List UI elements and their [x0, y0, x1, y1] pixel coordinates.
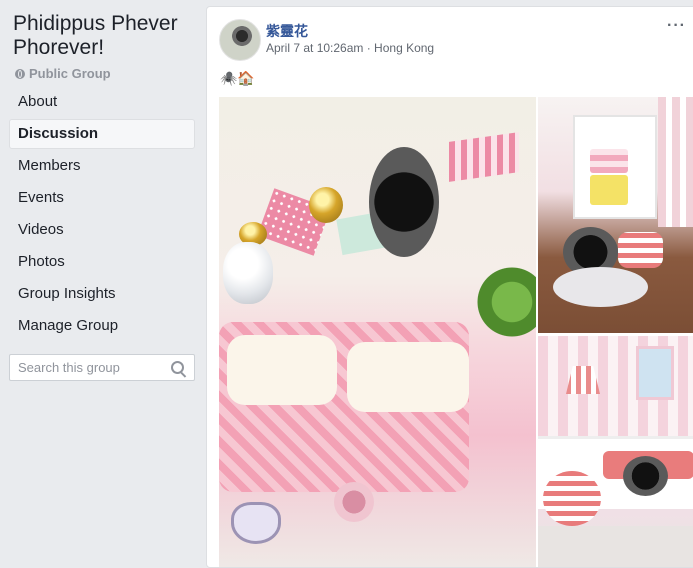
group-nav: About Discussion Members Events Videos P…: [9, 87, 195, 343]
nav-item-members[interactable]: Members: [9, 151, 195, 181]
post-card: 紫靈花 April 7 at 10:26am · Hong Kong ··· 🕷…: [206, 6, 693, 568]
search-icon[interactable]: [171, 361, 184, 374]
privacy-text: Public Group: [29, 66, 111, 81]
pink-hatbox: [590, 149, 628, 173]
nav-item-discussion[interactable]: Discussion: [9, 119, 195, 149]
group-search: [9, 354, 195, 381]
slipper: [618, 232, 663, 268]
round-stool: [543, 471, 601, 526]
sofa-cushion: [347, 342, 469, 412]
potted-plant: [477, 257, 536, 347]
group-sidebar: Phidippus Phever Phorever! Public Group …: [0, 0, 205, 555]
sofa-cushion: [227, 335, 337, 405]
more-options-icon[interactable]: ···: [667, 17, 686, 35]
framed-picture: [636, 346, 674, 400]
curtain: [658, 97, 693, 227]
heart-ornament: [231, 502, 281, 544]
nav-item-photos[interactable]: Photos: [9, 247, 195, 277]
nav-item-events[interactable]: Events: [9, 183, 195, 213]
privacy-label: Public Group: [15, 66, 111, 81]
round-rug: [553, 267, 648, 307]
nav-item-group-insights[interactable]: Group Insights: [9, 279, 195, 309]
nav-item-about[interactable]: About: [9, 87, 195, 117]
nav-item-manage-group[interactable]: Manage Group: [9, 311, 195, 341]
post-text: 🕷️🏠: [220, 70, 255, 86]
nav-item-videos[interactable]: Videos: [9, 215, 195, 245]
flower-decoration: [334, 482, 374, 522]
spider-dollhouse-bed-photo[interactable]: [538, 336, 693, 567]
spider-dollhouse-nightstand-photo[interactable]: [538, 97, 693, 333]
floor: [538, 526, 693, 567]
jumping-spider: [369, 147, 439, 257]
bunting-flag: [449, 132, 519, 182]
avatar[interactable]: [219, 19, 261, 61]
yellow-hatbox: [590, 175, 628, 205]
search-input[interactable]: [10, 355, 168, 380]
gold-lamp: [309, 187, 343, 223]
jumping-spider: [623, 456, 668, 496]
group-name[interactable]: Phidippus Phever Phorever!: [13, 12, 198, 60]
post-meta[interactable]: April 7 at 10:26am · Hong Kong: [266, 41, 434, 55]
globe-icon: [15, 68, 25, 79]
glass-lamp: [223, 242, 273, 304]
post-author[interactable]: 紫靈花: [266, 21, 308, 41]
spider-dollhouse-sofa-photo[interactable]: [219, 97, 536, 567]
